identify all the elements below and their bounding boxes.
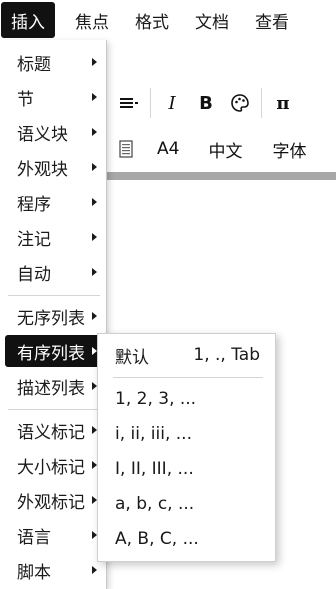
submenu-arrow-icon	[92, 163, 97, 171]
menu-separator	[113, 377, 263, 378]
bold-icon[interactable]: B	[189, 86, 223, 120]
menu-item-label: 自动	[17, 264, 51, 285]
menu-item-label: 描述列表	[17, 378, 85, 399]
toolbar-separator	[261, 88, 262, 118]
font-button[interactable]: 字体	[255, 137, 319, 162]
menu-item-unordered-list[interactable]: 无序列表	[5, 300, 101, 332]
menu-document[interactable]: 文档	[182, 2, 242, 38]
align-lines-icon[interactable]	[112, 86, 146, 120]
submenu-item-default[interactable]: 默认 1, ., Tab	[102, 339, 270, 371]
ruler-bar	[106, 172, 336, 180]
document-icon[interactable]	[115, 140, 137, 158]
menu-item-automatic[interactable]: 自动	[5, 256, 101, 288]
menu-insert[interactable]: 插入	[1, 2, 55, 38]
menu-item-heading[interactable]: 标题	[5, 46, 101, 78]
menu-item-label: 语义块	[17, 124, 68, 145]
menubar: 插入 焦点 格式 文档 查看	[0, 0, 336, 40]
menu-item-label: 脚本	[17, 562, 51, 583]
submenu-item-arabic[interactable]: 1, 2, 3, ...	[102, 383, 270, 415]
submenu-arrow-icon	[92, 93, 97, 101]
menu-item-section[interactable]: 节	[5, 81, 101, 113]
submenu-item-label: 默认	[115, 347, 149, 368]
menu-item-program[interactable]: 程序	[5, 186, 101, 218]
menu-item-script[interactable]: 脚本	[5, 554, 101, 586]
menu-item-language[interactable]: 语言	[5, 519, 101, 551]
submenu-item-upper-alpha[interactable]: A, B, C, ...	[102, 523, 270, 555]
ordered-list-submenu: 默认 1, ., Tab 1, 2, 3, ... i, ii, iii, ..…	[97, 333, 276, 562]
menu-item-label: 程序	[17, 194, 51, 215]
menu-item-label: 注记	[17, 229, 51, 250]
toolbar-format: I B π	[106, 84, 336, 122]
submenu-arrow-icon	[92, 566, 97, 574]
app-window: 插入 焦点 格式 文档 查看 I B π A4 中文 字体 标题 节 语义块 外…	[0, 0, 336, 589]
palette-icon[interactable]	[223, 86, 257, 120]
menu-item-semantic-markup[interactable]: 语义标记	[5, 414, 101, 446]
submenu-item-lower-roman[interactable]: i, ii, iii, ...	[102, 418, 270, 450]
menu-format[interactable]: 格式	[122, 2, 182, 38]
page-size-button[interactable]: A4	[157, 139, 192, 159]
submenu-arrow-icon	[92, 312, 97, 320]
menu-separator	[8, 295, 100, 296]
submenu-arrow-icon	[92, 268, 97, 276]
menu-item-appearance-block[interactable]: 外观块	[5, 151, 101, 183]
submenu-arrow-icon	[92, 233, 97, 241]
submenu-item-label: I, II, III, ...	[115, 459, 194, 479]
submenu-item-label: A, B, C, ...	[115, 529, 199, 549]
language-button[interactable]: 中文	[192, 137, 255, 162]
menu-view[interactable]: 查看	[242, 2, 302, 38]
menu-item-label: 语义标记	[17, 422, 85, 443]
menu-item-label: 无序列表	[17, 308, 85, 329]
submenu-arrow-icon	[92, 128, 97, 136]
keyboard-shortcut: 1, ., Tab	[193, 345, 260, 365]
menu-item-label: 标题	[17, 54, 51, 75]
menu-item-ordered-list[interactable]: 有序列表	[5, 335, 101, 367]
submenu-item-label: a, b, c, ...	[115, 494, 195, 514]
italic-icon[interactable]: I	[155, 86, 189, 120]
menu-item-label: 外观块	[17, 159, 68, 180]
menu-separator	[8, 409, 100, 410]
submenu-arrow-icon	[92, 198, 97, 206]
toolbar-document: A4 中文 字体	[106, 130, 336, 168]
menu-item-label: 有序列表	[17, 343, 85, 364]
toolbar-separator	[150, 88, 151, 118]
submenu-item-label: i, ii, iii, ...	[115, 424, 192, 444]
submenu-item-lower-alpha[interactable]: a, b, c, ...	[102, 488, 270, 520]
submenu-arrow-icon	[92, 58, 97, 66]
menu-item-size-markup[interactable]: 大小标记	[5, 449, 101, 481]
menu-focus[interactable]: 焦点	[55, 2, 122, 38]
menu-item-label: 外观标记	[17, 492, 85, 513]
submenu-item-label: 1, 2, 3, ...	[115, 389, 197, 409]
menu-item-label: 语言	[17, 527, 51, 548]
menu-item-semantic-block[interactable]: 语义块	[5, 116, 101, 148]
menu-item-label: 大小标记	[17, 457, 85, 478]
menu-item-label: 节	[17, 89, 34, 110]
menu-item-annotation[interactable]: 注记	[5, 221, 101, 253]
submenu-item-upper-roman[interactable]: I, II, III, ...	[102, 453, 270, 485]
insert-menu: 标题 节 语义块 外观块 程序 注记 自动 无序列表 有序列表 描述列表 语义标…	[0, 40, 107, 589]
menu-item-appearance-markup[interactable]: 外观标记	[5, 484, 101, 516]
pi-icon[interactable]: π	[266, 86, 300, 120]
menu-item-description-list[interactable]: 描述列表	[5, 370, 101, 402]
